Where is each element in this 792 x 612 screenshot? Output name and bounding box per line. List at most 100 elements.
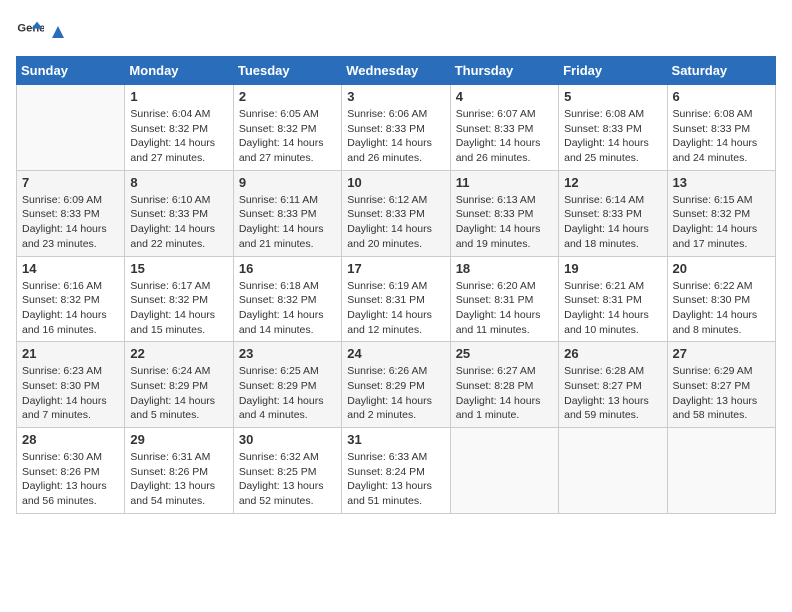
calendar-cell: [559, 428, 667, 514]
day-info: Sunrise: 6:11 AMSunset: 8:33 PMDaylight:…: [239, 193, 336, 252]
day-info: Sunrise: 6:10 AMSunset: 8:33 PMDaylight:…: [130, 193, 227, 252]
day-info: Sunrise: 6:20 AMSunset: 8:31 PMDaylight:…: [456, 279, 553, 338]
day-number: 26: [564, 346, 661, 361]
day-info: Sunrise: 6:25 AMSunset: 8:29 PMDaylight:…: [239, 364, 336, 423]
calendar-week-5: 28 Sunrise: 6:30 AMSunset: 8:26 PMDayligh…: [17, 428, 776, 514]
calendar-cell: 2Sunrise: 6:05 AMSunset: 8:32 PMDaylight…: [233, 85, 341, 171]
calendar-cell: [667, 428, 775, 514]
day-info: Sunrise: 6:22 AMSunset: 8:30 PMDaylight:…: [673, 279, 770, 338]
day-info: Sunrise: 6:19 AMSunset: 8:31 PMDaylight:…: [347, 279, 444, 338]
day-info: Sunrise: 6:30 AMSunset: 8:26 PMDaylight:…: [22, 450, 119, 509]
calendar-cell: 18 Sunrise: 6:20 AMSunset: 8:31 PMDayligh…: [450, 256, 558, 342]
day-number: 13: [673, 175, 770, 190]
calendar-cell: 6 Sunrise: 6:08 AMSunset: 8:33 PMDaylight…: [667, 85, 775, 171]
day-number: 8: [130, 175, 227, 190]
calendar-cell: 17 Sunrise: 6:19 AMSunset: 8:31 PMDayligh…: [342, 256, 450, 342]
day-number: 3: [347, 89, 444, 104]
day-number: 6: [673, 89, 770, 104]
day-info: Sunrise: 6:07 AMSunset: 8:33 PMDaylight:…: [456, 107, 553, 166]
day-info: Sunrise: 6:14 AMSunset: 8:33 PMDaylight:…: [564, 193, 661, 252]
day-number: 29: [130, 432, 227, 447]
calendar-cell: 26 Sunrise: 6:28 AMSunset: 8:27 PMDayligh…: [559, 342, 667, 428]
day-number: 31: [347, 432, 444, 447]
day-number: 7: [22, 175, 119, 190]
calendar-cell: 25Sunrise: 6:27 AMSunset: 8:28 PMDayligh…: [450, 342, 558, 428]
day-info: Sunrise: 6:08 AMSunset: 8:33 PMDaylight:…: [673, 107, 770, 166]
day-info: Sunrise: 6:29 AMSunset: 8:27 PMDaylight:…: [673, 364, 770, 423]
calendar-cell: 23 Sunrise: 6:25 AMSunset: 8:29 PMDayligh…: [233, 342, 341, 428]
page-header: General: [16, 16, 776, 44]
day-number: 1: [130, 89, 227, 104]
day-info: Sunrise: 6:08 AMSunset: 8:33 PMDaylight:…: [564, 107, 661, 166]
header-sunday: Sunday: [17, 57, 125, 85]
day-info: Sunrise: 6:32 AMSunset: 8:25 PMDaylight:…: [239, 450, 336, 509]
calendar-week-2: 7 Sunrise: 6:09 AMSunset: 8:33 PMDaylight…: [17, 170, 776, 256]
day-number: 18: [456, 261, 553, 276]
calendar-cell: 30 Sunrise: 6:32 AMSunset: 8:25 PMDayligh…: [233, 428, 341, 514]
calendar-cell: 7 Sunrise: 6:09 AMSunset: 8:33 PMDaylight…: [17, 170, 125, 256]
calendar-cell: 28 Sunrise: 6:30 AMSunset: 8:26 PMDayligh…: [17, 428, 125, 514]
day-info: Sunrise: 6:16 AMSunset: 8:32 PMDaylight:…: [22, 279, 119, 338]
day-number: 24: [347, 346, 444, 361]
day-number: 10: [347, 175, 444, 190]
calendar-week-4: 21 Sunrise: 6:23 AMSunset: 8:30 PMDayligh…: [17, 342, 776, 428]
calendar-cell: 31Sunrise: 6:33 AMSunset: 8:24 PMDayligh…: [342, 428, 450, 514]
day-number: 22: [130, 346, 227, 361]
day-number: 19: [564, 261, 661, 276]
header-thursday: Thursday: [450, 57, 558, 85]
day-number: 27: [673, 346, 770, 361]
calendar-cell: [17, 85, 125, 171]
calendar-cell: 8 Sunrise: 6:10 AMSunset: 8:33 PMDaylight…: [125, 170, 233, 256]
day-number: 11: [456, 175, 553, 190]
calendar-cell: 14 Sunrise: 6:16 AMSunset: 8:32 PMDayligh…: [17, 256, 125, 342]
header-wednesday: Wednesday: [342, 57, 450, 85]
calendar-cell: 4Sunrise: 6:07 AMSunset: 8:33 PMDaylight…: [450, 85, 558, 171]
day-number: 23: [239, 346, 336, 361]
day-info: Sunrise: 6:24 AMSunset: 8:29 PMDaylight:…: [130, 364, 227, 423]
day-number: 25: [456, 346, 553, 361]
calendar-header-row: SundayMondayTuesdayWednesdayThursdayFrid…: [17, 57, 776, 85]
day-info: Sunrise: 6:12 AMSunset: 8:33 PMDaylight:…: [347, 193, 444, 252]
logo-triangle-icon: [48, 22, 68, 42]
day-number: 17: [347, 261, 444, 276]
day-number: 5: [564, 89, 661, 104]
day-info: Sunrise: 6:18 AMSunset: 8:32 PMDaylight:…: [239, 279, 336, 338]
day-info: Sunrise: 6:23 AMSunset: 8:30 PMDaylight:…: [22, 364, 119, 423]
calendar-cell: 15 Sunrise: 6:17 AMSunset: 8:32 PMDayligh…: [125, 256, 233, 342]
calendar-cell: [450, 428, 558, 514]
calendar-cell: 11Sunrise: 6:13 AMSunset: 8:33 PMDayligh…: [450, 170, 558, 256]
logo-icon: General: [16, 16, 44, 44]
calendar-cell: 29Sunrise: 6:31 AMSunset: 8:26 PMDayligh…: [125, 428, 233, 514]
day-info: Sunrise: 6:15 AMSunset: 8:32 PMDaylight:…: [673, 193, 770, 252]
calendar-cell: 22 Sunrise: 6:24 AMSunset: 8:29 PMDayligh…: [125, 342, 233, 428]
header-friday: Friday: [559, 57, 667, 85]
day-number: 9: [239, 175, 336, 190]
day-number: 21: [22, 346, 119, 361]
calendar-cell: 5 Sunrise: 6:08 AMSunset: 8:33 PMDaylight…: [559, 85, 667, 171]
calendar-cell: 21 Sunrise: 6:23 AMSunset: 8:30 PMDayligh…: [17, 342, 125, 428]
calendar-cell: 20Sunrise: 6:22 AMSunset: 8:30 PMDayligh…: [667, 256, 775, 342]
day-info: Sunrise: 6:09 AMSunset: 8:33 PMDaylight:…: [22, 193, 119, 252]
header-tuesday: Tuesday: [233, 57, 341, 85]
header-monday: Monday: [125, 57, 233, 85]
day-info: Sunrise: 6:06 AMSunset: 8:33 PMDaylight:…: [347, 107, 444, 166]
calendar-table: SundayMondayTuesdayWednesdayThursdayFrid…: [16, 56, 776, 514]
day-number: 28: [22, 432, 119, 447]
day-info: Sunrise: 6:04 AMSunset: 8:32 PMDaylight:…: [130, 107, 227, 166]
day-number: 15: [130, 261, 227, 276]
calendar-cell: 24 Sunrise: 6:26 AMSunset: 8:29 PMDayligh…: [342, 342, 450, 428]
day-info: Sunrise: 6:17 AMSunset: 8:32 PMDaylight:…: [130, 279, 227, 338]
calendar-cell: 27 Sunrise: 6:29 AMSunset: 8:27 PMDayligh…: [667, 342, 775, 428]
calendar-cell: 9 Sunrise: 6:11 AMSunset: 8:33 PMDaylight…: [233, 170, 341, 256]
day-number: 16: [239, 261, 336, 276]
calendar-week-3: 14 Sunrise: 6:16 AMSunset: 8:32 PMDayligh…: [17, 256, 776, 342]
day-info: Sunrise: 6:28 AMSunset: 8:27 PMDaylight:…: [564, 364, 661, 423]
day-number: 12: [564, 175, 661, 190]
day-number: 30: [239, 432, 336, 447]
calendar-cell: 16 Sunrise: 6:18 AMSunset: 8:32 PMDayligh…: [233, 256, 341, 342]
day-info: Sunrise: 6:26 AMSunset: 8:29 PMDaylight:…: [347, 364, 444, 423]
calendar-cell: 3 Sunrise: 6:06 AMSunset: 8:33 PMDaylight…: [342, 85, 450, 171]
day-number: 14: [22, 261, 119, 276]
calendar-cell: 10 Sunrise: 6:12 AMSunset: 8:33 PMDayligh…: [342, 170, 450, 256]
calendar-cell: 13 Sunrise: 6:15 AMSunset: 8:32 PMDayligh…: [667, 170, 775, 256]
